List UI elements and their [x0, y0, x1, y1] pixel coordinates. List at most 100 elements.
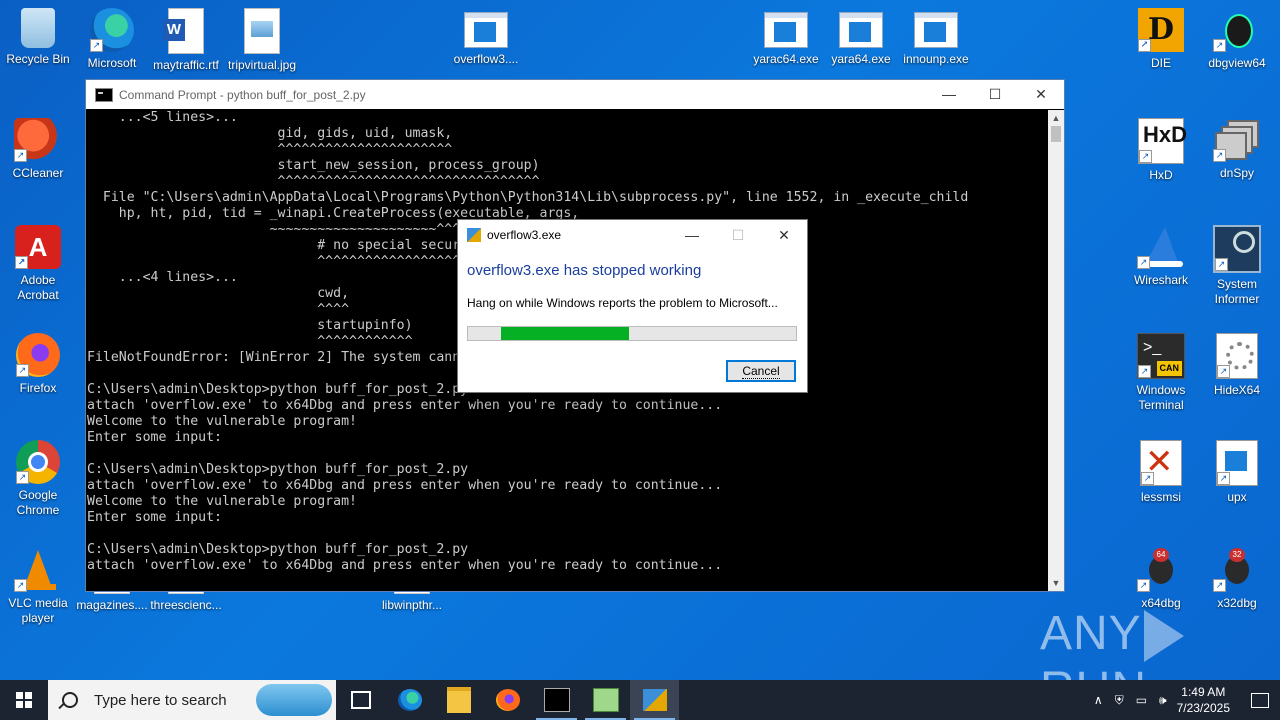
clock-time: 1:49 AM: [1181, 685, 1226, 699]
console-line: attach 'overflow.exe' to x64Dbg and pres…: [87, 558, 723, 573]
desktop-icon-yarac64[interactable]: yarac64.exe: [748, 0, 824, 67]
error-dialog[interactable]: overflow3.exe — ☐ ✕ overflow3.exe has st…: [457, 219, 808, 393]
progress-fill: [500, 327, 629, 340]
upx-icon: ↗: [1216, 440, 1258, 486]
desktop-icon-dnspy[interactable]: ↗ dnSpy: [1199, 110, 1275, 181]
scroll-thumb[interactable]: [1051, 126, 1061, 142]
dialog-message: Hang on while Windows reports the proble…: [467, 296, 778, 310]
system-informer-icon: ↗: [1213, 225, 1261, 273]
firefox-icon: [495, 689, 520, 711]
taskbar-command-prompt[interactable]: [532, 680, 581, 720]
desktop-icon-die[interactable]: D ↗ DIE: [1123, 0, 1199, 71]
desktop-icon-hidex64[interactable]: ↗ HideX64: [1199, 325, 1275, 398]
wireshark-icon: ↗: [1137, 225, 1185, 269]
taskbar: Type here to search ∧ ⛨ ▭ 🕪 1:49 AM 7/23…: [0, 680, 1280, 720]
clock[interactable]: 1:49 AM 7/23/2025: [1177, 684, 1230, 716]
firefox-icon: ↗: [16, 333, 60, 377]
desktop-icon-dbgview64[interactable]: ↗ dbgview64: [1199, 0, 1275, 71]
cmd-titlebar[interactable]: Command Prompt - python buff_for_post_2.…: [86, 80, 1064, 109]
desktop-icon-firefox[interactable]: ↗ Firefox: [0, 325, 76, 396]
console-line: ...<5 lines>...: [87, 110, 238, 125]
console-line: ^^^^^^^^^^^^^^^^^^^^^^^^^^^^^^^^^: [87, 174, 540, 189]
die-icon: D ↗: [1138, 8, 1184, 52]
acrobat-icon: A ↗: [15, 225, 61, 269]
minimize-button[interactable]: —: [926, 80, 972, 109]
console-line: Enter some input:: [87, 430, 222, 445]
dialog-title: overflow3.exe: [487, 228, 562, 242]
start-button[interactable]: [0, 680, 48, 720]
error-reporting-icon: [642, 689, 667, 711]
console-line: File "C:\Users\admin\AppData\Local\Progr…: [87, 190, 969, 205]
desktop-icon-vlc[interactable]: ↗ VLC media player: [0, 540, 76, 626]
notification-icon: [1251, 692, 1269, 708]
desktop-icon-ccleaner[interactable]: ↗ CCleaner: [0, 110, 76, 181]
desktop-icon-x64dbg[interactable]: 64 ↗ x64dbg: [1123, 540, 1199, 611]
notepad-icon: [592, 688, 619, 712]
search-highlight-image: [256, 684, 332, 716]
network-icon[interactable]: ▭: [1136, 693, 1147, 707]
lessmsi-icon: ✕ ↗: [1140, 440, 1182, 486]
cmd-icon: [543, 688, 570, 712]
console-line: C:\Users\admin\Desktop>python buff_for_p…: [87, 542, 469, 557]
console-line: C:\Users\admin\Desktop>python buff_for_p…: [87, 462, 469, 477]
console-scrollbar[interactable]: ▲ ▼: [1048, 110, 1064, 591]
desktop-icon-x32dbg[interactable]: 32 ↗ x32dbg: [1199, 540, 1275, 611]
console-line: Welcome to the vulnerable program!: [87, 414, 357, 429]
desktop-icon-yara64[interactable]: yara64.exe: [823, 0, 899, 67]
windows-logo-icon: [16, 692, 32, 708]
desktop-icon-recycle-bin[interactable]: Recycle Bin: [0, 0, 76, 67]
dialog-titlebar[interactable]: overflow3.exe — ☐ ✕: [458, 220, 807, 250]
search-placeholder: Type here to search: [94, 691, 227, 709]
desktop-icon-adobe[interactable]: A ↗ Adobe Acrobat: [0, 217, 76, 303]
shield-icon[interactable]: ⛨: [1115, 693, 1124, 708]
vlc-icon: ↗: [14, 548, 62, 592]
taskbar-werfault[interactable]: [630, 680, 679, 720]
volume-icon[interactable]: 🕪: [1159, 693, 1167, 708]
dialog-close-button[interactable]: ✕: [761, 227, 807, 244]
desktop-icon-overflow3[interactable]: overflow3....: [448, 0, 524, 67]
cancel-button[interactable]: Cancel: [726, 360, 796, 382]
taskbar-notepad[interactable]: [581, 680, 630, 720]
console-line: start_new_session, process_group): [87, 158, 540, 173]
console-line: attach 'overflow.exe' to x64Dbg and pres…: [87, 478, 723, 493]
close-button[interactable]: ✕: [1018, 80, 1064, 109]
maximize-button[interactable]: ☐: [972, 80, 1018, 109]
desktop-icon-edge[interactable]: ↗ Microsoft Edge: [74, 0, 150, 71]
folder-icon: [446, 687, 471, 713]
hidex-icon: ↗: [1216, 333, 1258, 379]
desktop-icon-tripvirtual[interactable]: tripvirtual.jpg: [224, 0, 300, 73]
clock-date: 7/23/2025: [1176, 701, 1230, 715]
taskbar-edge[interactable]: [385, 680, 434, 720]
desktop-icon-wireshark[interactable]: ↗ Wireshark: [1123, 217, 1199, 288]
desktop-icon-innounp[interactable]: innounp.exe: [898, 0, 974, 67]
console-line: attach 'overflow.exe' to x64Dbg and pres…: [87, 398, 723, 413]
desktop-icon-maytraffic[interactable]: W maytraffic.rtf: [148, 0, 224, 73]
scroll-up-icon[interactable]: ▲: [1048, 110, 1064, 126]
desktop-icon-chrome[interactable]: ↗ Google Chrome: [0, 432, 76, 518]
desktop-icon-hxd[interactable]: HxD ↗ HxD: [1123, 110, 1199, 183]
console-line: Welcome to the vulnerable program!: [87, 494, 357, 509]
executable-icon: [764, 12, 808, 48]
word-document-icon: W: [163, 8, 204, 54]
taskbar-task-view[interactable]: [336, 680, 385, 720]
dialog-minimize-button[interactable]: —: [669, 227, 715, 243]
notification-center-button[interactable]: [1240, 680, 1280, 720]
desktop-icon-system-informer[interactable]: ↗ System Informer: [1199, 217, 1275, 307]
task-view-icon: [350, 691, 371, 709]
executable-icon: [464, 12, 508, 48]
progress-bar: [467, 326, 797, 341]
desktop-icon-windows-terminal[interactable]: >_ CAN ↗ Windows Terminal: [1123, 325, 1199, 413]
taskbar-file-explorer[interactable]: [434, 680, 483, 720]
taskbar-firefox[interactable]: [483, 680, 532, 720]
x64dbg-icon: 64 ↗: [1137, 548, 1185, 592]
scroll-down-icon[interactable]: ▼: [1048, 575, 1064, 591]
taskbar-search-box[interactable]: Type here to search: [48, 680, 336, 720]
app-icon: [467, 228, 481, 242]
desktop-icon-lessmsi[interactable]: ✕ ↗ lessmsi: [1123, 432, 1199, 505]
terminal-icon: >_ CAN ↗: [1137, 333, 1185, 379]
dbgview-icon: ↗: [1213, 8, 1261, 52]
dialog-heading: overflow3.exe has stopped working: [467, 262, 702, 279]
chevron-up-icon[interactable]: ∧: [1094, 693, 1103, 707]
desktop-icon-upx[interactable]: ↗ upx: [1199, 432, 1275, 505]
